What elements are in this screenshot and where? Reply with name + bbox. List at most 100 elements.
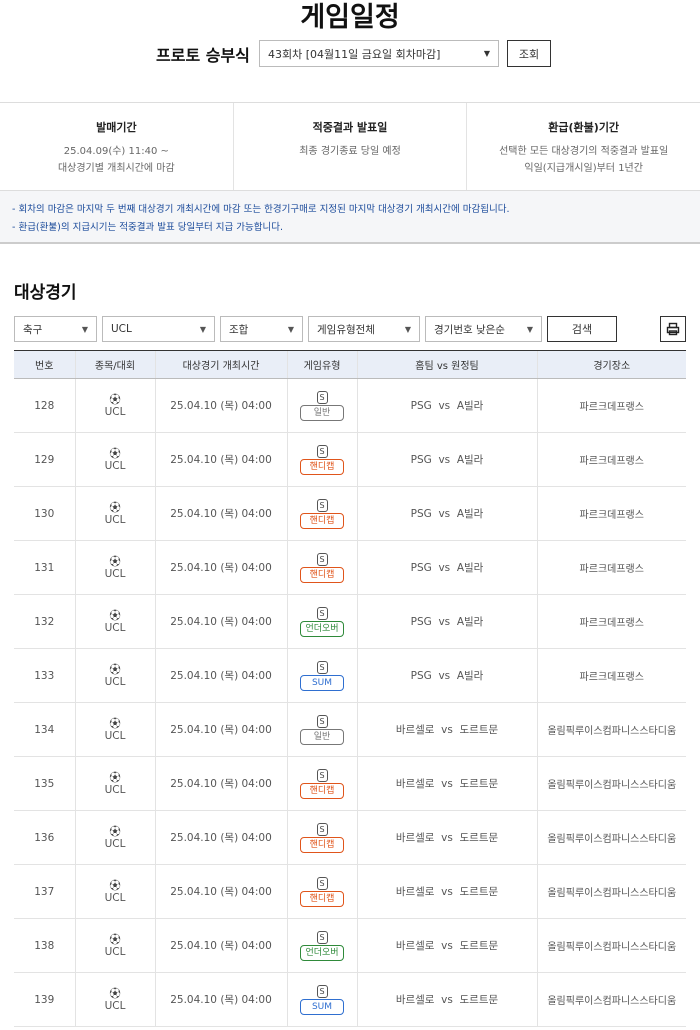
league: UCL [104,675,126,688]
table-row[interactable]: 129 ⚽︎ UCL 25.04.10 (목) 04:00 S 핸디캡 PSG vs… [14,432,686,487]
info-title: 발매기간 [96,121,137,134]
filter-select[interactable]: 게임유형전체 ▼ [308,316,420,342]
league: UCL [104,405,126,418]
info-text: 익일(지급개시일)부터 1년간 [524,163,643,174]
match-time: 25.04.10 (목) 04:00 [154,540,287,595]
league: UCL [104,567,126,580]
venue: 파르크데프랭스 [536,378,686,433]
game-type-badge: 핸디캡 [300,836,344,853]
game-type-badge: 핸디캡 [300,512,344,529]
match-time: 25.04.10 (목) 04:00 [154,810,287,865]
teams: 바르셀로 vs 도르트문 [356,918,537,973]
search-button[interactable]: 검색 [547,316,617,342]
note: - 회차의 마감은 마지막 두 번째 대상경기 개최시간에 마감 또는 한경기구… [12,204,510,215]
table-row[interactable]: 137 ⚽︎ UCL 25.04.10 (목) 04:00 S 핸디캡 바르셀로 v… [14,864,686,919]
table-row[interactable]: 134 ⚽︎ UCL 25.04.10 (목) 04:00 S 일반 바르셀로 vs… [14,702,686,757]
game-type: S 핸디캡 [286,864,357,919]
filter-select[interactable]: 축구 ▼ [14,316,97,342]
chevron-down-icon: ▼ [81,324,88,334]
filter-select[interactable]: UCL ▼ [102,316,215,342]
match-table: 번호 종목/대회 대상경기 개최시간 게임유형 홈팀 vs 원정팀 경기장소 128 ⚽︎… [14,350,686,1027]
venue: 올림픽루이스컴파니스스타디움 [536,918,686,973]
game-type-badge: 핸디캡 [300,566,344,583]
venue: 올림픽루이스컴파니스스타디움 [536,864,686,919]
filter-value: 경기번호 낮은순 [434,323,505,336]
venue: 파르크데프랭스 [536,540,686,595]
filter-value: 축구 [23,323,43,336]
chevron-down-icon: ▼ [287,324,294,334]
match-time: 25.04.10 (목) 04:00 [154,702,287,757]
table-row[interactable]: 132 ⚽︎ UCL 25.04.10 (목) 04:00 S 언더오버 PSG v… [14,594,686,649]
soccer-ball-icon: ⚽︎ [109,932,121,946]
match-number: 135 [14,756,75,811]
match-number: 131 [14,540,75,595]
game-type: S SUM [286,972,357,1027]
game-type: S 언더오버 [286,594,357,649]
info-text: 최종 경기종료 당일 예정 [299,146,401,157]
venue: 올림픽루이스컴파니스스타디움 [536,810,686,865]
filter-value: 조합 [229,323,249,336]
column-header: 종목/대회 [74,350,155,379]
table-row[interactable]: 128 ⚽︎ UCL 25.04.10 (목) 04:00 S 일반 PSG vs … [14,378,686,433]
print-button[interactable] [660,316,686,342]
table-row[interactable]: 130 ⚽︎ UCL 25.04.10 (목) 04:00 S 핸디캡 PSG vs… [14,486,686,541]
table-row[interactable]: 139 ⚽︎ UCL 25.04.10 (목) 04:00 S SUM 바르셀로 v… [14,972,686,1027]
game-type-badge: 일반 [300,728,344,745]
match-time: 25.04.10 (목) 04:00 [154,864,287,919]
game-type-badge: 일반 [300,404,344,421]
filter-select[interactable]: 조합 ▼ [220,316,303,342]
teams: 바르셀로 vs 도르트문 [356,756,537,811]
soccer-ball-icon: ⚽︎ [109,878,121,892]
game-type-badge: SUM [300,674,344,691]
match-number: 139 [14,972,75,1027]
teams: PSG vs A빌라 [356,594,537,649]
soccer-ball-icon: ⚽︎ [109,770,121,784]
info-panel: 발매기간 25.04.09(수) 11:40 ~ 대상경기별 개최시간에 마감 적중… [0,102,700,190]
sport-league: ⚽︎ UCL [74,864,155,919]
s-icon: S [316,930,328,944]
table-row[interactable]: 136 ⚽︎ UCL 25.04.10 (목) 04:00 S 핸디캡 바르셀로 v… [14,810,686,865]
match-number: 132 [14,594,75,649]
chevron-down-icon: ▼ [404,324,411,334]
league: UCL [104,837,126,850]
match-number: 133 [14,648,75,703]
teams: 바르셀로 vs 도르트문 [356,864,537,919]
venue: 올림픽루이스컴파니스스타디움 [536,972,686,1027]
note: - 환급(환불)의 지급시기는 적중결과 발표 당일부터 지급 가능합니다. [12,222,283,233]
column-header: 번호 [14,350,75,379]
league: UCL [104,891,126,904]
column-header: 홈팀 vs 원정팀 [356,350,537,379]
soccer-ball-icon: ⚽︎ [109,554,121,568]
table-row[interactable]: 133 ⚽︎ UCL 25.04.10 (목) 04:00 S SUM PSG vs… [14,648,686,703]
teams: PSG vs A빌라 [356,432,537,487]
section-title: 대상경기 [14,283,77,303]
game-type-badge: 핸디캡 [300,458,344,475]
chevron-down-icon: ▼ [483,49,490,58]
round-search-button[interactable]: 조회 [507,40,551,67]
filter-bar: 축구 ▼ UCL ▼ 조합 ▼ 게임유형전체 ▼ 경기번호 낮은순 ▼ 검색 [14,316,617,342]
s-icon: S [316,876,328,890]
filter-value: UCL [111,323,132,335]
venue: 파르크데프랭스 [536,432,686,487]
soccer-ball-icon: ⚽︎ [109,392,121,406]
soccer-ball-icon: ⚽︎ [109,608,121,622]
game-type: S 언더오버 [286,918,357,973]
match-time: 25.04.10 (목) 04:00 [154,594,287,649]
match-number: 134 [14,702,75,757]
s-icon: S [316,984,328,998]
soccer-ball-icon: ⚽︎ [109,446,121,460]
game-type-badge: 언더오버 [300,620,344,637]
league: UCL [104,513,126,526]
soccer-ball-icon: ⚽︎ [109,500,121,514]
game-type: S 핸디캡 [286,432,357,487]
table-row[interactable]: 138 ⚽︎ UCL 25.04.10 (목) 04:00 S 언더오버 바르셀로 … [14,918,686,973]
teams: PSG vs A빌라 [356,648,537,703]
game-type: S 일반 [286,378,357,433]
match-time: 25.04.10 (목) 04:00 [154,918,287,973]
filter-select[interactable]: 경기번호 낮은순 ▼ [425,316,542,342]
match-number: 128 [14,378,75,433]
game-type: S 핸디캡 [286,540,357,595]
table-row[interactable]: 135 ⚽︎ UCL 25.04.10 (목) 04:00 S 핸디캡 바르셀로 v… [14,756,686,811]
round-select[interactable]: 43회차 [04월11일 금요일 회차마감] ▼ [259,40,499,67]
table-row[interactable]: 131 ⚽︎ UCL 25.04.10 (목) 04:00 S 핸디캡 PSG vs… [14,540,686,595]
